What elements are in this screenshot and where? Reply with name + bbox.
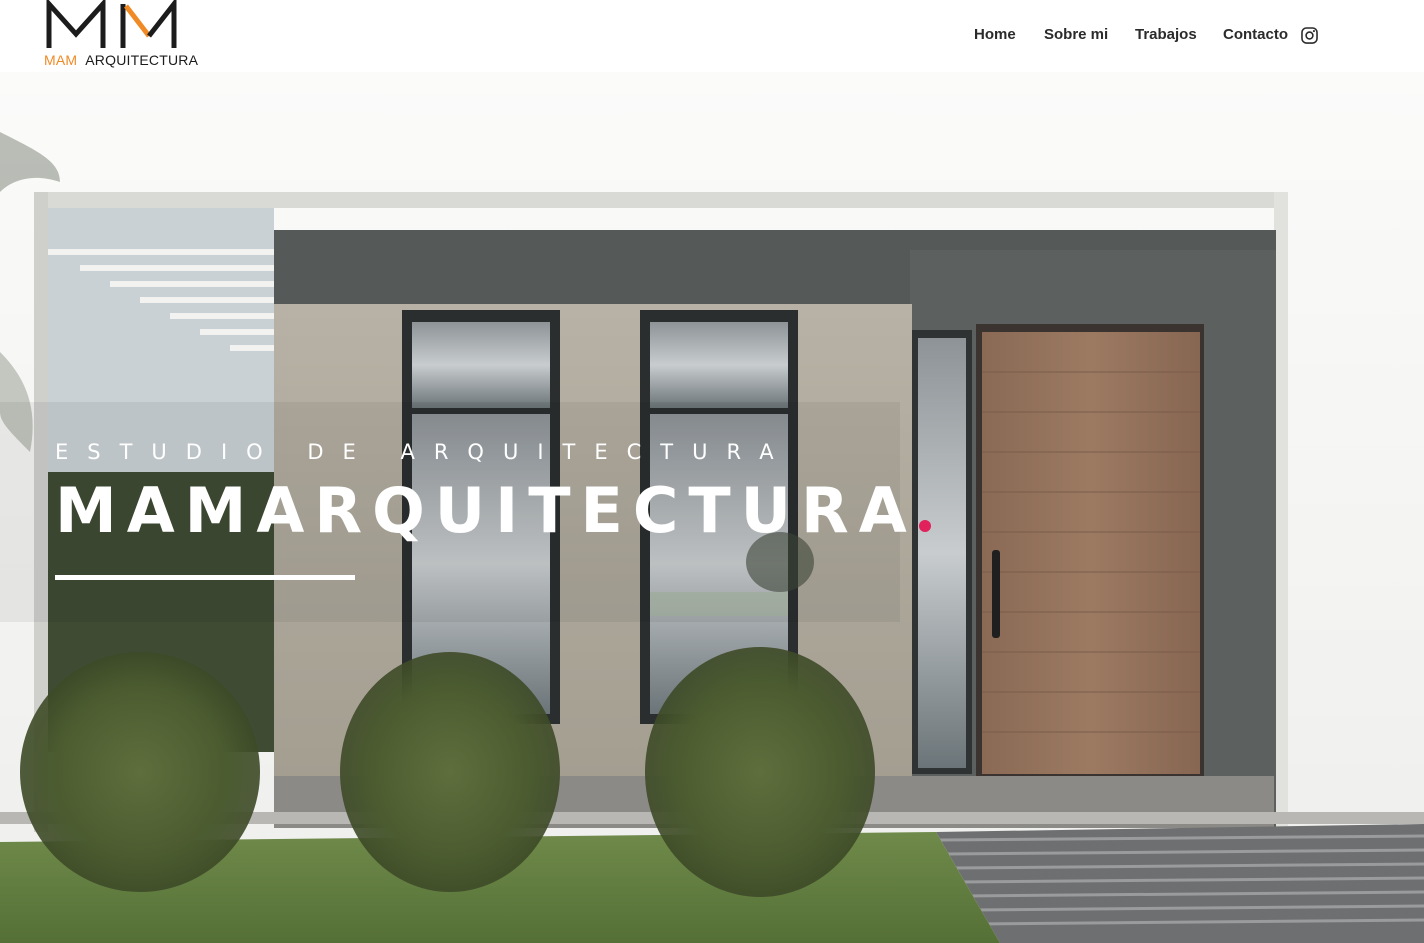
logo[interactable]: MAM ARQUITECTURA [44,0,198,70]
logo-text: MAM ARQUITECTURA [44,52,198,68]
hero-title: MAMARQUITECTURA [55,474,931,547]
logo-brand-right: ARQUITECTURA [85,52,199,68]
nav-item-trabajos[interactable]: Trabajos [1135,24,1197,46]
logo-brand-left: MAM [44,52,78,68]
nav-item-home[interactable]: Home [974,24,1016,46]
instagram-icon[interactable] [1300,26,1319,45]
hero-title-text: MAMARQUITECTURA [55,474,917,547]
nav-item-contacto[interactable]: Contacto [1223,24,1288,46]
hero-section: ESTUDIO DE ARQUITECTURA MAMARQUITECTURA [0,72,1424,943]
hero-divider [55,575,355,580]
logo-mark-icon [46,0,177,48]
hero-subtitle: ESTUDIO DE ARQUITECTURA [55,440,793,464]
hero-title-dot [918,520,931,532]
nav-item-sobre-mi[interactable]: Sobre mi [1044,24,1108,46]
site-header: MAM ARQUITECTURA Home Sobre mi Trabajos C… [0,0,1424,72]
